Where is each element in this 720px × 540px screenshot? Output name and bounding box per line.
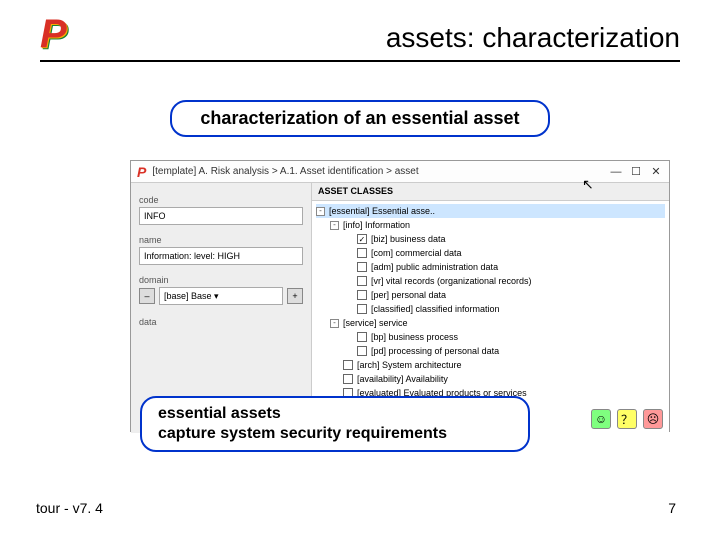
tree-label: [service] service: [343, 318, 408, 328]
callout-bottom: essential assets capture system security…: [140, 396, 530, 452]
tree-label: [vr] vital records (organizational recor…: [371, 276, 532, 286]
tree-label: [adm] public administration data: [371, 262, 498, 272]
tree-row[interactable]: [biz] business data: [316, 232, 665, 246]
checkbox[interactable]: [357, 304, 367, 314]
minimize-button[interactable]: —: [609, 165, 623, 179]
tree-label: [info] Information: [343, 220, 410, 230]
maximize-button[interactable]: ☐: [629, 165, 643, 179]
name-value: Information: level: HIGH: [144, 251, 240, 261]
checkbox[interactable]: [343, 360, 353, 370]
domain-label: domain: [139, 275, 303, 285]
domain-add-button[interactable]: +: [287, 288, 303, 304]
checkbox[interactable]: [343, 374, 353, 384]
app-window: P [template] A. Risk analysis > A.1. Ass…: [130, 160, 670, 432]
app-footer: ☺ ？ ☹: [591, 409, 663, 429]
rate-happy-button[interactable]: ☺: [591, 409, 611, 429]
checkbox[interactable]: [357, 290, 367, 300]
domain-value: [base] Base: [164, 291, 212, 301]
callout-bottom-l2: capture system security requirements: [158, 424, 512, 444]
tree-row[interactable]: [arch] System architecture: [316, 358, 665, 372]
name-input[interactable]: Information: level: HIGH: [139, 247, 303, 265]
page-number: 7: [668, 500, 676, 516]
code-input[interactable]: INFO: [139, 207, 303, 225]
footer-version: tour - v7. 4: [36, 500, 103, 516]
name-label: name: [139, 235, 303, 245]
app-p-icon: P: [137, 164, 146, 180]
tree-row[interactable]: -[service] service: [316, 316, 665, 330]
checkbox[interactable]: [357, 276, 367, 286]
tree-row[interactable]: [availability] Availability: [316, 372, 665, 386]
tree-label: [com] commercial data: [371, 248, 462, 258]
rate-sad-button[interactable]: ☹: [643, 409, 663, 429]
tree-label: [essential] Essential asse..: [329, 206, 435, 216]
tree-row[interactable]: [pd] processing of personal data: [316, 344, 665, 358]
window-title: [template] A. Risk analysis > A.1. Asset…: [152, 166, 603, 177]
tree-row[interactable]: -[essential] Essential asse..: [316, 204, 665, 218]
tree-label: [per] personal data: [371, 290, 446, 300]
callout-bottom-l1: essential assets: [158, 404, 512, 424]
title-divider: [40, 60, 680, 62]
checkbox[interactable]: [357, 346, 367, 356]
tree-row[interactable]: [bp] business process: [316, 330, 665, 344]
code-value: INFO: [144, 211, 166, 221]
tree-row[interactable]: [classified] classified information: [316, 302, 665, 316]
tree-label: [bp] business process: [371, 332, 458, 342]
domain-select[interactable]: [base] Base ▾: [159, 287, 283, 305]
collapse-icon[interactable]: -: [330, 221, 339, 230]
page-title: assets: characterization: [40, 22, 680, 54]
code-label: code: [139, 195, 303, 205]
tree-row[interactable]: [vr] vital records (organizational recor…: [316, 274, 665, 288]
rate-neutral-button[interactable]: ？: [617, 409, 637, 429]
data-label: data: [139, 317, 303, 327]
close-button[interactable]: ✕: [649, 165, 663, 179]
checkbox[interactable]: [357, 234, 367, 244]
collapse-icon[interactable]: -: [330, 319, 339, 328]
tree-label: [arch] System architecture: [357, 360, 462, 370]
tree-row[interactable]: -[info] Information: [316, 218, 665, 232]
tree-row[interactable]: [per] personal data: [316, 288, 665, 302]
tree-row[interactable]: [com] commercial data: [316, 246, 665, 260]
tree-label: [classified] classified information: [371, 304, 500, 314]
domain-remove-button[interactable]: –: [139, 288, 155, 304]
p-logo-icon: PPP: [40, 14, 67, 54]
tree-label: [biz] business data: [371, 234, 446, 244]
header: PPP assets: characterization: [40, 18, 680, 62]
asset-classes-header: ASSET CLASSES: [312, 183, 669, 201]
titlebar: P [template] A. Risk analysis > A.1. Ass…: [131, 161, 669, 183]
tree-label: [pd] processing of personal data: [371, 346, 499, 356]
checkbox[interactable]: [357, 332, 367, 342]
callout-top: characterization of an essential asset: [170, 100, 550, 137]
tree-label: [availability] Availability: [357, 374, 448, 384]
tree-row[interactable]: [adm] public administration data: [316, 260, 665, 274]
slide: PPP assets: characterization characteriz…: [0, 0, 720, 540]
checkbox[interactable]: [357, 248, 367, 258]
collapse-icon[interactable]: -: [316, 207, 325, 216]
checkbox[interactable]: [357, 262, 367, 272]
